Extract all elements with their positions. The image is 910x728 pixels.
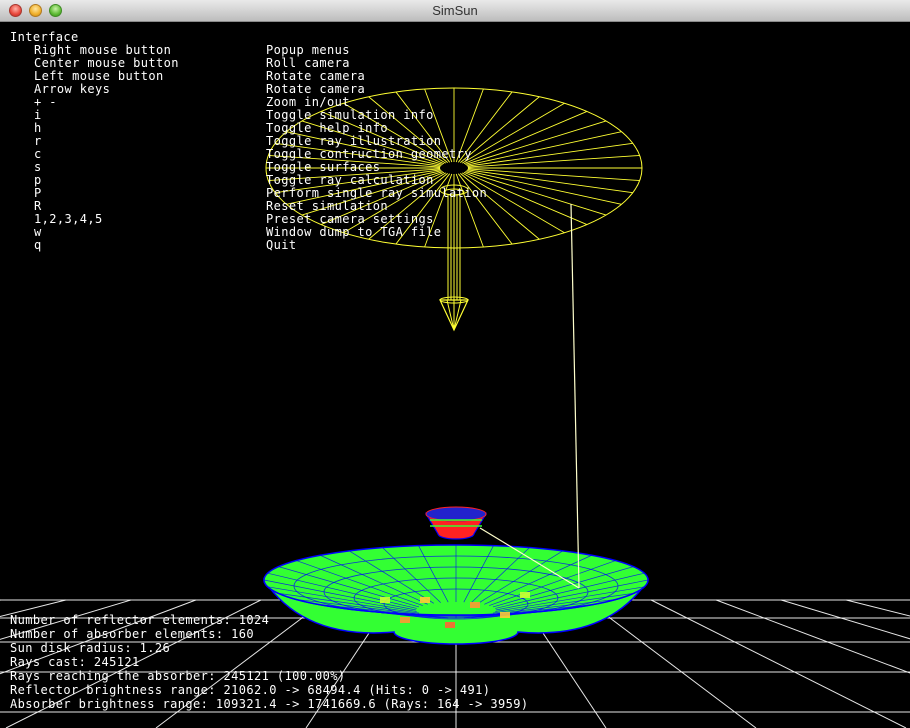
stat-line: Number of reflector elements: 1024 [10,613,270,627]
3d-viewport[interactable]: Interface Right mouse button Popup menus C… [0,22,910,728]
app-window: SimSun Interface Right mouse button Popup… [0,0,910,728]
window-title: SimSun [432,3,478,18]
stat-line: Number of absorber elements: 160 [10,627,254,641]
simulation-info: Number of reflector elements: 1024 Number… [10,614,528,712]
absorber-cup [425,506,487,540]
stat-line: Rays reaching the absorber: 245121 (100.… [10,669,346,683]
stat-line: Reflector brightness range: 21062.0 -> 6… [10,683,491,697]
title-bar[interactable]: SimSun [0,0,910,22]
help-key: q [34,238,42,252]
ray-illustration [479,203,580,589]
stat-line: Absorber brightness range: 109321.4 -> 1… [10,697,529,711]
help-key: 1,2,3,4,5 [34,212,103,226]
stat-line: Sun disk radius: 1.26 [10,641,171,655]
stat-line: Rays cast: 245121 [10,655,140,669]
help-action: Quit [266,238,297,252]
